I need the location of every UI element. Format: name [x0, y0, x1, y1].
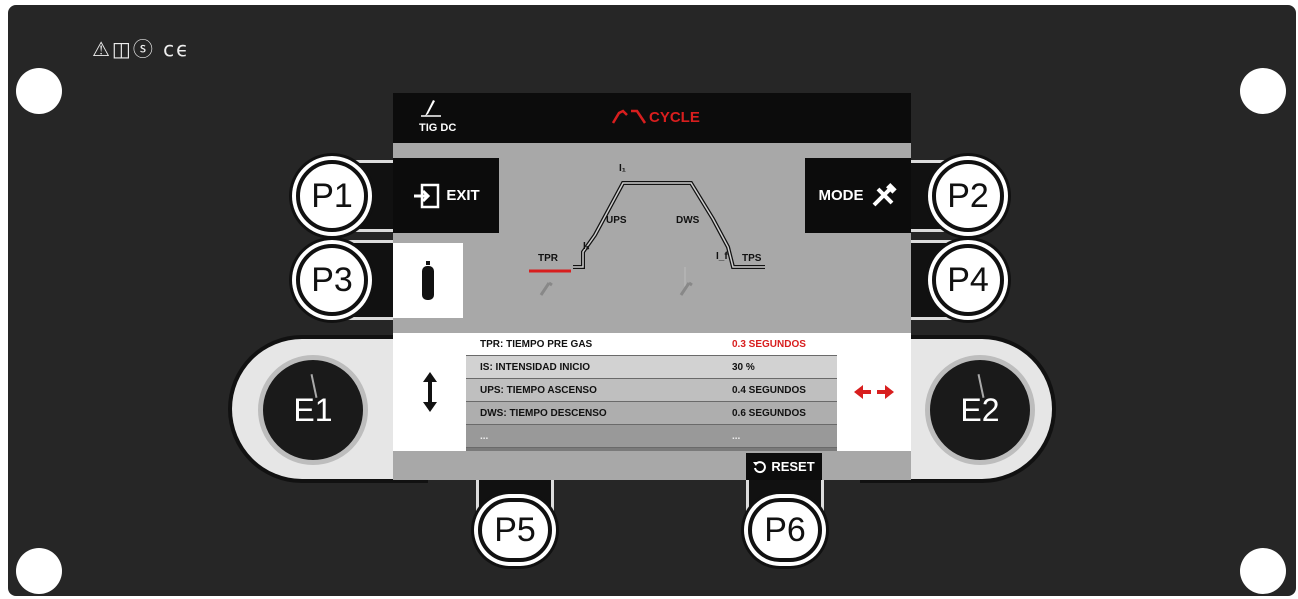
p6-button[interactable]: P6 [748, 498, 822, 562]
p5-button[interactable]: P5 [478, 498, 552, 562]
param-name: UPS: TIEMPO ASCENSO [480, 384, 597, 396]
label-ups: UPS [606, 215, 627, 226]
param-value: 30 % [732, 361, 755, 373]
certification-marks: ⚠◫ⓢ ϲϵ [92, 37, 191, 61]
screw-bottom-right [1240, 548, 1286, 594]
label-dws: DWS [676, 215, 700, 226]
encoder-e2-label: E2 [960, 391, 1000, 428]
table-row[interactable]: IS: INTENSIDAD INICIO 30 % [466, 356, 837, 379]
encoder-e1[interactable]: E1 [258, 355, 368, 465]
screw-bottom-left [16, 548, 62, 594]
tools-icon [872, 182, 897, 206]
label-is: Iₛ [583, 241, 590, 252]
encoder-e2[interactable]: E2 [925, 355, 1035, 465]
p4-button[interactable]: P4 [932, 244, 1004, 316]
torch-icon [421, 100, 441, 117]
cycle-diagram [529, 181, 765, 296]
reset-button-area[interactable]: RESET [746, 453, 822, 480]
mode-button-area[interactable]: MODE [805, 158, 911, 233]
mode-label: MODE [818, 187, 864, 204]
reset-icon [753, 460, 767, 473]
lcd-screen: TIG DC CYCLE EXIT MODE I₁ UPS DWS Iₛ I_f… [393, 93, 911, 480]
param-name: DWS: TIEMPO DESCENSO [480, 407, 607, 419]
p2-button[interactable]: P2 [932, 160, 1004, 232]
param-name: TPR: TIEMPO PRE GAS [480, 338, 593, 350]
parameter-table: TPR: TIEMPO PRE GAS 0.3 SEGUNDOS IS: INT… [466, 333, 837, 451]
p3-button[interactable]: P3 [296, 244, 368, 316]
gas-button-area[interactable] [393, 243, 463, 318]
gas-cylinder-icon [422, 260, 434, 300]
label-tps: TPS [742, 253, 762, 264]
up-down-arrows-icon [422, 372, 437, 412]
table-row[interactable]: TPR: TIEMPO PRE GAS 0.3 SEGUNDOS [466, 333, 837, 356]
table-row[interactable]: DWS: TIEMPO DESCENSO 0.6 SEGUNDOS [466, 402, 837, 425]
mode-title: CYCLE [649, 109, 700, 126]
screw-top-right [1240, 68, 1286, 114]
up-down-area [393, 333, 466, 451]
table-row[interactable]: UPS: TIEMPO ASCENSO 0.4 SEGUNDOS [466, 379, 837, 402]
param-value: 0.6 SEGUNDOS [732, 407, 806, 419]
exit-label: EXIT [446, 187, 480, 204]
left-right-arrows-icon [854, 385, 894, 399]
encoder-e1-label: E1 [293, 391, 333, 428]
process-label: TIG DC [419, 122, 457, 134]
param-name: IS: INTENSIDAD INICIO [480, 361, 591, 373]
exit-icon [414, 183, 440, 208]
p1-button[interactable]: P1 [296, 160, 368, 232]
label-if: I_f [716, 251, 728, 262]
left-right-area [837, 333, 911, 451]
label-i1: I₁ [619, 163, 626, 174]
reset-label: RESET [771, 459, 815, 474]
param-value: 0.3 SEGUNDOS [732, 338, 806, 350]
screen-header: TIG DC CYCLE [393, 93, 911, 143]
cycle-icon [611, 109, 647, 124]
table-row[interactable]: ... ... [466, 425, 837, 448]
label-tpr: TPR [538, 253, 558, 264]
screw-top-left [16, 68, 62, 114]
param-value: ... [732, 430, 741, 442]
param-value: 0.4 SEGUNDOS [732, 384, 806, 396]
exit-button-area[interactable]: EXIT [393, 158, 499, 233]
param-name: ... [480, 430, 489, 442]
